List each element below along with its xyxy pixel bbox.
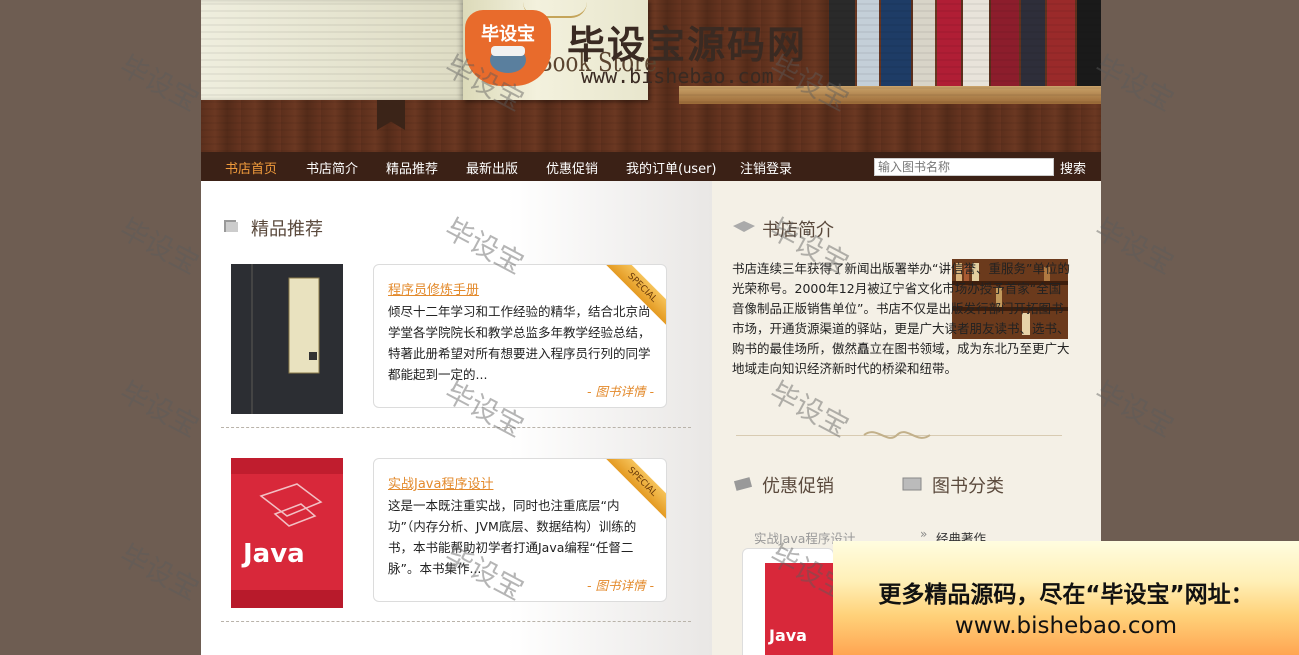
- book-description: 倾尽十二年学习和工作经验的精华，结合北京尚学堂各学院院长和教学总监多年教学经验总…: [388, 304, 651, 382]
- ornament-icon: [863, 431, 931, 439]
- book-cover-image: Java: [765, 563, 835, 655]
- book-title-link[interactable]: 实战Java程序设计: [388, 473, 493, 492]
- nav-featured[interactable]: 精品推荐: [386, 158, 438, 177]
- logo-url: www.bishebao.com: [581, 64, 774, 88]
- search-button[interactable]: 搜索: [1060, 158, 1086, 177]
- open-book-icon: [733, 221, 755, 232]
- book-description: 这是一本既注重实战，同时也注重底层“内功”（内存分析、JVM底层、数据结构）训练…: [388, 498, 637, 576]
- watermark: 毕设宝: [114, 538, 205, 607]
- book-cover-image[interactable]: Java: [231, 458, 343, 608]
- watermark: 毕设宝: [114, 49, 205, 118]
- search-input[interactable]: 输入图书名称: [874, 158, 1054, 176]
- nav-promotions[interactable]: 优惠促销: [546, 158, 598, 177]
- ad-url: www.bishebao.com: [954, 613, 1178, 639]
- price-tag-icon: [734, 477, 753, 491]
- featured-book-1: 程序员修炼手册 倾尽十二年学习和工作经验的精华，结合北京尚学堂各学院院长和教学总…: [221, 264, 691, 434]
- watermark: 毕设宝: [114, 375, 205, 444]
- about-title: 书店简介: [762, 220, 834, 241]
- nav-home[interactable]: 书店首页: [225, 158, 277, 177]
- featured-title: 精品推荐: [251, 219, 323, 240]
- book-detail-link[interactable]: - 图书详情 -: [587, 575, 654, 594]
- book-pages-graphic: [201, 0, 463, 100]
- book-title-link[interactable]: 程序员修炼手册: [388, 279, 479, 298]
- category-icon: [902, 477, 922, 491]
- about-text: 书店连续三年获得了新闻出版署举办“讲信誉、重服务”单位的光荣称号。2000年12…: [732, 261, 1070, 376]
- promo-title: 优惠促销: [762, 476, 834, 497]
- nav-my-orders[interactable]: 我的订单(user): [626, 158, 717, 177]
- nav-logout[interactable]: 注销登录: [740, 158, 792, 177]
- watermark: 毕设宝: [114, 212, 205, 281]
- featured-book-2: Java 实战Java程序设计 这是一本既注重实战，同时也注重底层“内功”（内存…: [221, 458, 691, 628]
- book-card: 实战Java程序设计 这是一本既注重实战，同时也注重底层“内功”（内存分析、JV…: [373, 458, 667, 602]
- book-card: 程序员修炼手册 倾尽十二年学习和工作经验的精华，结合北京尚学堂各学院院长和教学总…: [373, 264, 667, 408]
- category-title: 图书分类: [932, 476, 1004, 497]
- nav-new-releases[interactable]: 最新出版: [466, 158, 518, 177]
- logo-name: 毕设宝源码网: [567, 23, 808, 67]
- divider: [221, 427, 691, 428]
- double-chevron-icon: »: [920, 527, 928, 541]
- svg-text:Java: Java: [768, 626, 807, 645]
- promo-book-card[interactable]: Java: [742, 548, 835, 655]
- ad-banner[interactable]: 更多精品源码，尽在“毕设宝”网址： www.bishebao.com: [833, 541, 1299, 655]
- book-detail-link[interactable]: - 图书详情 -: [587, 381, 654, 400]
- main-nav: 书店首页 书店简介 精品推荐 最新出版 优惠促销 我的订单(user) 注销登录…: [201, 152, 1101, 181]
- header-banner: Book Store 毕设宝 毕设宝源码网 www.bishebao.com: [201, 0, 1101, 152]
- watermark: 毕设宝: [1089, 212, 1180, 281]
- bookmark-ribbon-icon: [377, 100, 405, 130]
- book-cover-image[interactable]: [231, 264, 343, 414]
- divider: [221, 621, 691, 622]
- watermark: 毕设宝: [1089, 375, 1180, 444]
- logo-badge-icon: 毕设宝: [465, 10, 551, 86]
- ad-text: 更多精品源码，尽在“毕设宝”网址：: [878, 582, 1254, 608]
- watermark: 毕设宝: [1089, 49, 1180, 118]
- site-logo[interactable]: 毕设宝 毕设宝源码网 www.bishebao.com: [463, 6, 843, 92]
- featured-section: 精品推荐 程序员修炼手册 倾尽十二年学习和工作经验的精华，结合北京尚学堂各学院院…: [201, 181, 712, 655]
- nav-about[interactable]: 书店简介: [306, 158, 358, 177]
- logo-face-icon: [490, 46, 526, 73]
- book-stack-icon: [224, 220, 238, 232]
- svg-text:Java: Java: [241, 539, 305, 569]
